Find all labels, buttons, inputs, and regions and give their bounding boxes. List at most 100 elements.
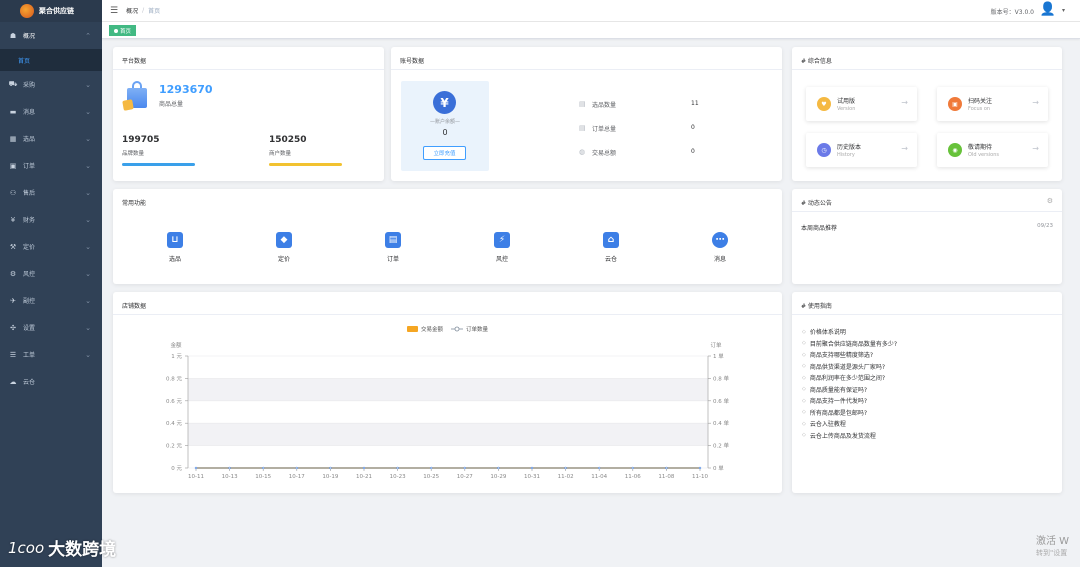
x-tick-label: 10-21 bbox=[356, 474, 372, 480]
card-title: # 使用指南 bbox=[801, 303, 832, 310]
function-6[interactable]: ⋯ 消息 bbox=[702, 231, 738, 263]
guide-item[interactable]: ◇ 商品支持一件代发吗? bbox=[802, 395, 897, 407]
sidebar-item-label: 订单 bbox=[23, 163, 36, 170]
sidebar-item[interactable]: ☰ 工单 ⌄ bbox=[0, 341, 102, 368]
guide-item[interactable]: ◇ 云仓入驻教程 bbox=[802, 418, 897, 430]
data-point bbox=[698, 466, 702, 470]
guide-item[interactable]: ◇ 商品供货渠道是源头厂家吗? bbox=[802, 361, 897, 373]
activation-title: 激活 W bbox=[1036, 536, 1070, 547]
function-4[interactable]: ⚡ 风控 bbox=[484, 231, 520, 263]
sidebar-item[interactable]: ▬ 消息 ⌄ bbox=[0, 98, 102, 125]
y-tick-label-left: 0.8 元 bbox=[166, 375, 182, 382]
sidebar-item-label: 设置 bbox=[23, 325, 36, 332]
chevron-down-icon: ⌃ bbox=[85, 31, 91, 40]
shopping-bag-icon bbox=[122, 80, 149, 111]
shield-icon: ⚡ bbox=[493, 231, 511, 249]
balance-label: —账户余额— bbox=[429, 119, 460, 125]
brand-progress-bar bbox=[122, 163, 195, 166]
account-data-card: 账号数据 ¥ —账户余额— 0 立即充值 ▤ 选品数量 11 ▤ 订单总量 0 ◍ 交… bbox=[391, 47, 782, 181]
x-tick-label: 10-15 bbox=[255, 474, 271, 480]
shopping-bag-icon: ⊔ bbox=[166, 231, 184, 249]
sidebar-item[interactable]: ▣ 订单 ⌄ bbox=[0, 152, 102, 179]
guide-item[interactable]: ◇ 商品利润率在多少范围之间? bbox=[802, 372, 897, 384]
sidebar-item[interactable]: ▦ 选品 ⌄ bbox=[0, 125, 102, 152]
info-box[interactable]: ▣ 扫码关注 Focus on → bbox=[937, 87, 1048, 121]
guide-item[interactable]: ◇ 价格体系说明 bbox=[802, 326, 897, 338]
app-title: 聚合供应链 bbox=[39, 7, 74, 15]
info-box[interactable]: ◷ 历史版本 History → bbox=[806, 133, 917, 167]
sidebar: 聚合供应链 ☗ 概况 ⌃ 首页 ⛟ 采购 ⌄ ▬ 消息 ⌄ ▦ 选品 ⌄ ▣ 订单 ⌄ ⚇ 售后 ⌄ ¥ 财务 ⌄ ⚒ 定价 ⌄… bbox=[0, 0, 116, 567]
y-tick-label-right: 0.8 单 bbox=[713, 374, 729, 382]
x-tick-label: 10-25 bbox=[423, 474, 439, 480]
info-box-subtitle: History bbox=[837, 152, 855, 158]
sidebar-item[interactable]: ¥ 财务 ⌄ bbox=[0, 206, 102, 233]
bullet-icon: ◇ bbox=[802, 340, 806, 347]
sidebar-item[interactable]: ✈ 副控 ⌄ bbox=[0, 287, 102, 314]
data-point bbox=[497, 466, 500, 470]
info-box[interactable]: ◉ 敬请期待 Old versions → bbox=[937, 133, 1048, 167]
tag-home[interactable]: 首页 bbox=[109, 25, 137, 36]
sidebar-item[interactable]: ☗ 概况 ⌃ bbox=[0, 22, 102, 49]
info-box-icon: ◉ bbox=[948, 143, 962, 157]
function-5[interactable]: ⌂ 云仓 bbox=[593, 231, 629, 263]
hamburger-icon[interactable]: ☰ bbox=[110, 6, 118, 16]
user-avatar-icon[interactable]: 👤 bbox=[1040, 2, 1056, 17]
recharge-button[interactable]: 立即充值 bbox=[423, 146, 466, 160]
notice-card: # 动态公告 ⚙ 本周商品推荐 09/23 bbox=[792, 189, 1062, 284]
sidebar-item[interactable]: ⚇ 售后 ⌄ bbox=[0, 179, 102, 206]
finance-icon: ¥ bbox=[10, 215, 16, 224]
sidebar-subitem-home[interactable]: 首页 bbox=[0, 49, 102, 71]
chevron-down-icon: ⌄ bbox=[85, 323, 91, 332]
arrow-right-icon: → bbox=[1032, 144, 1039, 153]
sidebar-item[interactable]: ✣ 设置 ⌄ bbox=[0, 314, 102, 341]
x-tick-label: 10-27 bbox=[457, 474, 473, 480]
function-1[interactable]: ⊔ 选品 bbox=[157, 231, 193, 263]
sidebar-menu: ☗ 概况 ⌃ 首页 ⛟ 采购 ⌄ ▬ 消息 ⌄ ▦ 选品 ⌄ ▣ 订单 ⌄ ⚇ 售后 ⌄ ¥ 财务 ⌄ ⚒ 定价 ⌄ ⚙ 风控 ⌄ ✈ 副… bbox=[0, 22, 102, 395]
function-3[interactable]: ▤ 订单 bbox=[375, 231, 411, 263]
card-title: 常用功能 bbox=[122, 200, 147, 207]
arrow-right-icon: → bbox=[901, 98, 908, 107]
cart-icon: ⛟ bbox=[8, 80, 18, 88]
info-box-title: 敬请期待 bbox=[968, 144, 993, 151]
settings-icon: ✣ bbox=[10, 323, 16, 332]
dashboard-icon: ☗ bbox=[9, 31, 17, 40]
sidebar-item-label: 云仓 bbox=[23, 379, 36, 386]
y-tick-label-left: 0.6 元 bbox=[166, 398, 182, 405]
y-tick-label-right: 0.6 单 bbox=[713, 397, 729, 405]
data-point bbox=[362, 466, 366, 470]
total-products-value: 1293670 bbox=[159, 83, 213, 96]
sidebar-item[interactable]: ⚙ 风控 ⌄ bbox=[0, 260, 102, 287]
settings-icon[interactable]: ⚙ bbox=[1047, 197, 1053, 205]
function-2[interactable]: ◆ 定价 bbox=[266, 231, 302, 263]
ticket-icon: ☰ bbox=[9, 350, 17, 359]
guide-item[interactable]: ◇ 目前聚合供应链商品数量有多少? bbox=[802, 338, 897, 350]
legend-label-1: 交易金额 bbox=[421, 325, 444, 333]
data-point bbox=[430, 466, 433, 470]
watermark: 1ᴄoo 大数跨境 bbox=[8, 538, 117, 561]
bullet-icon: ◇ bbox=[802, 351, 806, 358]
chevron-down-icon: ⌄ bbox=[85, 161, 91, 170]
guide-item[interactable]: ◇ 商品支持哪些精度筛选? bbox=[802, 349, 897, 361]
breadcrumb-item[interactable]: 概况 bbox=[126, 6, 138, 15]
guide-item[interactable]: ◇ 所有商品都是包邮吗? bbox=[802, 407, 897, 419]
chevron-down-icon: ⌄ bbox=[85, 188, 91, 197]
guide-item[interactable]: ◇ 云仓上传商品及发货流程 bbox=[802, 430, 897, 442]
stat-value: 0 bbox=[691, 124, 695, 131]
info-box[interactable]: ♥ 试用版 Version → bbox=[806, 87, 917, 121]
price-tag-icon: ◆ bbox=[275, 231, 293, 249]
chevron-down-icon[interactable]: ▾ bbox=[1062, 7, 1065, 14]
legend-label-2: 订单数量 bbox=[466, 325, 489, 333]
sidebar-item[interactable]: ⚒ 定价 ⌄ bbox=[0, 233, 102, 260]
sidebar-item[interactable]: ☁ 云仓 bbox=[0, 368, 102, 395]
notice-item[interactable]: 本周商品推荐 bbox=[801, 223, 837, 232]
sidebar-item[interactable]: ⛟ 采购 ⌄ bbox=[0, 71, 102, 98]
x-tick-label: 11-08 bbox=[658, 474, 674, 480]
stat-row: ▤ 订单总量 bbox=[579, 124, 617, 133]
legend-swatch-1 bbox=[407, 326, 418, 332]
info-box-icon: ◷ bbox=[817, 143, 831, 157]
guide-item[interactable]: ◇ 商品质量能有保证吗? bbox=[802, 384, 897, 396]
list-icon: ▤ bbox=[579, 100, 586, 108]
chevron-down-icon: ⌄ bbox=[85, 107, 91, 116]
function-label: 消息 bbox=[713, 256, 726, 263]
info-box-title: 历史版本 bbox=[837, 144, 862, 151]
